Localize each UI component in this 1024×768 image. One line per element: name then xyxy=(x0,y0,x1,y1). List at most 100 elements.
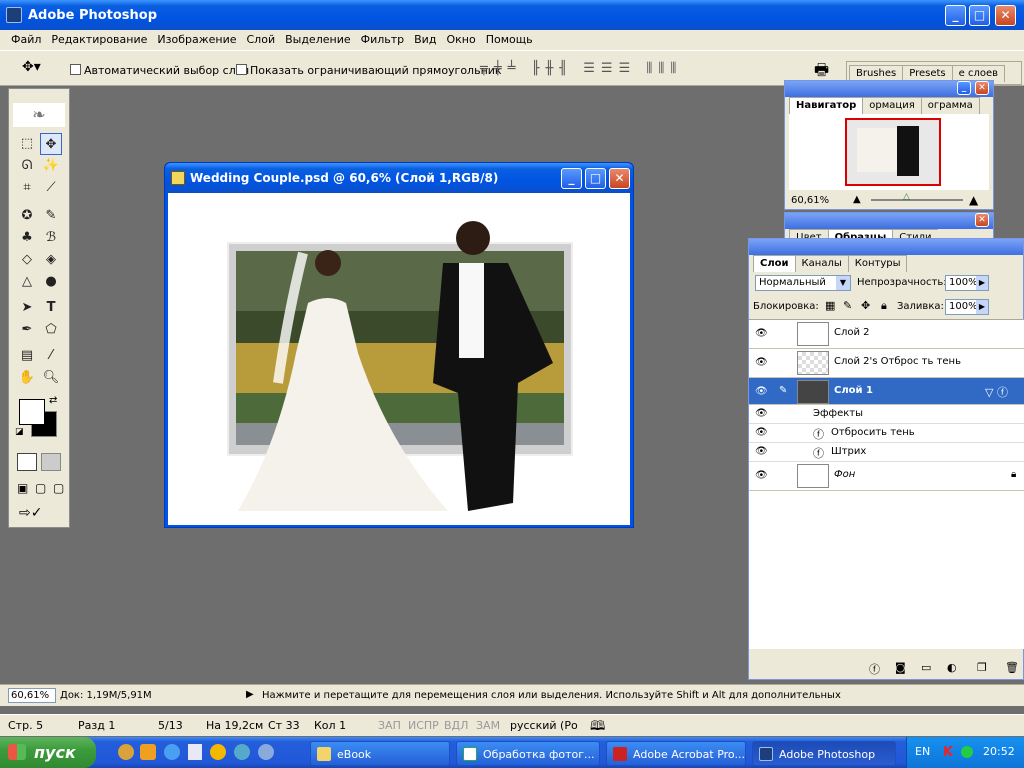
pen-tool-icon[interactable]: ✒ xyxy=(16,319,38,341)
eyedropper-icon[interactable]: ⁄ xyxy=(40,345,62,367)
move-tool-preset-icon[interactable]: ✥▾ xyxy=(22,59,41,75)
lock-transparency-icon[interactable]: ▦ xyxy=(825,299,835,312)
menu-select[interactable]: Выделение xyxy=(280,30,356,50)
clone-stamp-icon[interactable]: ♣ xyxy=(16,227,38,249)
new-group-icon[interactable]: ▭ xyxy=(921,661,931,674)
healing-brush-icon[interactable]: ✪ xyxy=(16,205,38,227)
minimize-button[interactable]: _ xyxy=(945,5,966,26)
hand-tool-icon[interactable]: ✋ xyxy=(16,367,38,389)
align-bottom-icon[interactable]: ╧ xyxy=(508,61,522,76)
quicklaunch-icon-7[interactable] xyxy=(258,744,274,760)
tab-channels[interactable]: Каналы xyxy=(794,255,849,272)
antivirus-icon[interactable]: K xyxy=(943,745,953,760)
layer-style-icon[interactable]: ⓕ xyxy=(869,661,880,677)
blur-tool-icon[interactable]: △ xyxy=(16,271,38,293)
move-tool-icon[interactable]: ✥ xyxy=(40,133,62,155)
layer-mask-icon[interactable]: ◙ xyxy=(895,661,906,674)
tab-navigator[interactable]: Навигатор xyxy=(789,97,864,114)
navigator-close-button[interactable]: ✕ xyxy=(975,81,989,95)
screen-mode-standard-icon[interactable]: ▣ xyxy=(17,481,28,495)
delete-layer-icon[interactable]: 🗑︎ xyxy=(1005,661,1019,674)
status-zoom-field[interactable]: 60,61% xyxy=(8,688,56,703)
ie-icon[interactable] xyxy=(164,744,180,760)
type-tool-icon[interactable]: T xyxy=(40,297,62,319)
tab-histogram[interactable]: ограмма xyxy=(920,97,980,114)
zoom-slider-thumb[interactable]: △ xyxy=(903,192,910,202)
align-hcenter-icon[interactable]: ╫ xyxy=(545,61,559,76)
zoom-slider[interactable] xyxy=(871,199,963,201)
task-word-doc[interactable]: Обработка фотог... xyxy=(456,741,600,766)
language-indicator[interactable]: EN xyxy=(915,745,930,758)
visibility-eye-icon[interactable]: 👁︎ xyxy=(755,470,768,481)
visibility-eye-icon[interactable]: 👁︎ xyxy=(755,446,768,457)
maximize-button[interactable]: □ xyxy=(969,5,990,26)
navigator-preview[interactable] xyxy=(789,114,989,190)
quicklaunch-icon-4[interactable] xyxy=(188,744,202,760)
layer-row-background[interactable]: 👁︎ Фон 🔒︎ xyxy=(749,462,1024,491)
align-vcenter-icon[interactable]: ╪ xyxy=(494,61,508,76)
screen-mode-full-icon[interactable]: ▢ xyxy=(53,481,64,495)
distribute-top-icon[interactable]: ☰ xyxy=(583,61,601,76)
status-menu-arrow-icon[interactable]: ▶ xyxy=(246,689,254,700)
visibility-eye-icon[interactable]: 👁︎ xyxy=(755,386,768,397)
notes-tool-icon[interactable]: ▤ xyxy=(16,345,38,367)
start-button[interactable]: пуск xyxy=(0,737,96,768)
distribute-right-icon[interactable]: ⫼ xyxy=(670,61,682,76)
media-player-icon[interactable] xyxy=(210,744,226,760)
navigator-minimize-button[interactable]: _ xyxy=(957,81,971,95)
task-acrobat[interactable]: Adobe Acrobat Pro... xyxy=(606,741,746,766)
crop-tool-icon[interactable]: ⌗ xyxy=(16,177,38,199)
zoom-out-icon[interactable]: ▲ xyxy=(853,194,861,205)
toolbox-feather-icon[interactable]: ❧ xyxy=(13,103,65,127)
shape-tool-icon[interactable]: ⬠ xyxy=(40,319,62,341)
history-brush-icon[interactable]: ℬ xyxy=(40,227,62,249)
paint-bucket-icon[interactable]: ◈ xyxy=(40,249,62,271)
ws-ext[interactable]: ВДЛ xyxy=(444,719,468,732)
align-left-icon[interactable]: ╟ xyxy=(532,61,546,76)
zoom-in-icon[interactable]: ▲ xyxy=(969,193,978,207)
ws-ovr[interactable]: ЗАМ xyxy=(476,719,500,732)
navigator-zoom-field[interactable]: 60,61% xyxy=(791,195,829,206)
task-photoshop[interactable]: Adobe Photoshop xyxy=(752,741,896,766)
menu-file[interactable]: Файл xyxy=(6,30,46,50)
tab-info[interactable]: ормация xyxy=(862,97,922,114)
tab-layers[interactable]: Слои xyxy=(753,255,796,272)
default-colors-icon[interactable]: ◪ xyxy=(15,427,24,437)
brush-tool-icon[interactable]: ✎ xyxy=(40,205,62,227)
marquee-tool-icon[interactable]: ⬚ xyxy=(16,133,38,155)
menu-help[interactable]: Помощь xyxy=(481,30,538,50)
distribute-left-icon[interactable]: ⫼ xyxy=(646,61,658,76)
show-bounds-checkbox[interactable] xyxy=(236,64,247,75)
path-select-icon[interactable]: ➤ xyxy=(16,297,38,319)
show-bounds-option[interactable]: Показать ограничивающий прямоугольник xyxy=(236,64,502,77)
distribute-vcenter-icon[interactable]: ☰ xyxy=(601,61,619,76)
blend-mode-select[interactable]: Нормальный ▼ xyxy=(755,275,851,291)
screen-mode-menubar-icon[interactable]: ▢ xyxy=(35,481,46,495)
align-right-icon[interactable]: ╢ xyxy=(559,61,573,76)
eraser-tool-icon[interactable]: ◇ xyxy=(16,249,38,271)
effect-row-drop-shadow[interactable]: 👁︎ ⓕ Отбросить тень xyxy=(749,424,1024,443)
quicklaunch-icon-1[interactable] xyxy=(118,744,134,760)
effects-row[interactable]: 👁︎ Эффекты xyxy=(749,405,1024,424)
menu-layer[interactable]: Слой xyxy=(242,30,281,50)
tab-paths[interactable]: Контуры xyxy=(847,255,908,272)
lasso-tool-icon[interactable]: ᘏ xyxy=(16,155,38,177)
doc-close-button[interactable]: ✕ xyxy=(609,168,630,189)
close-button[interactable]: ✕ xyxy=(995,5,1016,26)
auto-select-checkbox[interactable] xyxy=(70,64,81,75)
quicklaunch-icon-6[interactable] xyxy=(234,744,250,760)
menu-filter[interactable]: Фильтр xyxy=(356,30,410,50)
menu-image[interactable]: Изображение xyxy=(152,30,241,50)
lock-all-icon[interactable]: 🔒︎ xyxy=(881,299,887,313)
effect-row-stroke[interactable]: 👁︎ ⓕ Штрих xyxy=(749,443,1024,462)
distribute-hcenter-icon[interactable]: ⫼ xyxy=(658,61,670,76)
adjustment-layer-icon[interactable]: ◐ xyxy=(947,661,957,674)
visibility-eye-icon[interactable]: 👁︎ xyxy=(755,357,768,368)
menu-view[interactable]: Вид xyxy=(409,30,441,50)
lock-image-icon[interactable]: ✎ xyxy=(843,299,852,312)
visibility-eye-icon[interactable]: 👁︎ xyxy=(755,408,768,419)
menu-edit[interactable]: Редактирование xyxy=(46,30,152,50)
effects-expand-icon[interactable]: ▽ ⓕ xyxy=(985,384,1008,400)
dodge-tool-icon[interactable]: ● xyxy=(40,271,62,293)
slice-tool-icon[interactable]: ⟋ xyxy=(40,177,62,199)
